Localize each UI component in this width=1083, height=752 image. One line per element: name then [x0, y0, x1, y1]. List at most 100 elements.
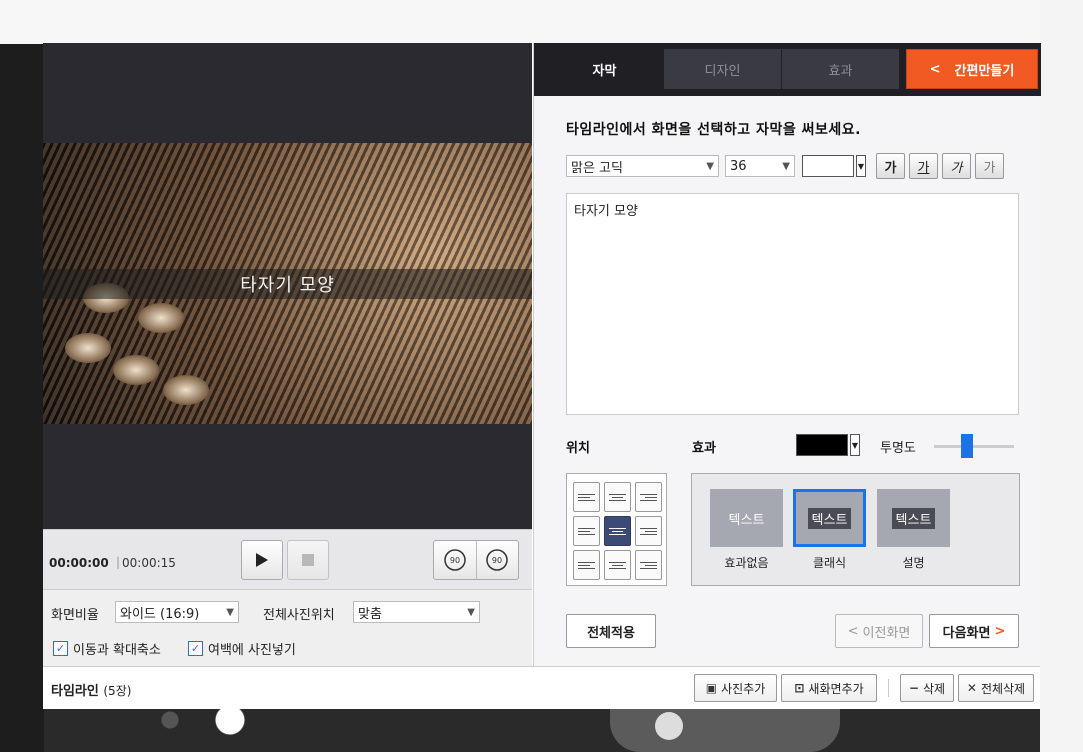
- effect-none-sample: 텍스트: [728, 512, 765, 528]
- close-icon: ✕: [966, 681, 977, 695]
- add-photo-label: 사진추가: [721, 681, 766, 696]
- ratio-select[interactable]: 와이드 (16:9) ▼: [115, 601, 239, 623]
- outline-button[interactable]: 가: [975, 153, 1004, 179]
- divider: [888, 679, 889, 697]
- tab-effect[interactable]: 효과: [782, 49, 899, 89]
- timeline-label: 타임라인 (5장): [51, 680, 131, 699]
- position-grid: [566, 473, 667, 586]
- position-middle-right[interactable]: [635, 516, 662, 546]
- chevron-down-icon: ▼: [226, 606, 234, 618]
- opacity-slider-track[interactable]: [934, 445, 1014, 448]
- effect-options: 텍스트 효과없음 텍스트 클래식 텍스트 설명: [691, 473, 1020, 586]
- caption-text-input[interactable]: 타자기 모양: [566, 193, 1019, 415]
- effect-classic-sample: 텍스트: [807, 507, 852, 529]
- prev-screen-button[interactable]: < 이전화면: [835, 614, 923, 648]
- pan-zoom-checkbox[interactable]: ✓ 이동과 확대축소: [53, 639, 161, 658]
- font-size-select[interactable]: 36 ▼: [725, 155, 795, 177]
- quick-make-button[interactable]: < 간편만들기: [906, 49, 1038, 89]
- stop-icon: [302, 554, 314, 566]
- effect-none[interactable]: 텍스트: [710, 489, 783, 547]
- font-color-dropdown[interactable]: ▼: [856, 155, 866, 177]
- add-photo-button[interactable]: ▣ 사진추가: [694, 674, 777, 702]
- apply-all-button[interactable]: 전체적용: [566, 614, 656, 648]
- prev-screen-label: 이전화면: [862, 625, 911, 641]
- delete-button[interactable]: − 삭제: [900, 674, 954, 702]
- effect-color-dropdown[interactable]: ▼: [850, 434, 860, 456]
- font-select[interactable]: 맑은 고딕 ▼: [566, 155, 719, 177]
- total-time: 00:00:15: [122, 556, 176, 570]
- chevron-left-icon: <: [847, 623, 859, 639]
- tab-design[interactable]: 디자인: [664, 49, 781, 89]
- delete-all-button[interactable]: ✕ 전체삭제: [958, 674, 1034, 702]
- chevron-left-icon: <: [929, 61, 941, 77]
- timeline-count: (5장): [103, 684, 132, 698]
- play-button[interactable]: [241, 540, 283, 580]
- next-screen-label: 다음화면: [942, 625, 991, 641]
- position-label: 위치: [566, 441, 590, 456]
- font-value: 맑은 고딕: [571, 160, 623, 176]
- position-bottom-center[interactable]: [604, 550, 631, 580]
- add-screen-button[interactable]: ⊡ 새화면추가: [781, 674, 877, 702]
- effect-classic-caption: 클래식: [812, 556, 847, 570]
- fill-margin-checkbox[interactable]: ✓ 여백에 사진넣기: [188, 639, 296, 658]
- stop-button[interactable]: [287, 540, 329, 580]
- chevron-right-icon: >: [994, 623, 1006, 639]
- checkbox-checked-icon: ✓: [188, 641, 203, 656]
- preview-subtitle: 타자기 모양: [240, 275, 335, 296]
- position-top-left[interactable]: [573, 482, 600, 512]
- svg-text:90: 90: [450, 556, 460, 565]
- pan-zoom-label: 이동과 확대축소: [73, 643, 161, 658]
- timeline-title: 타임라인: [51, 684, 99, 699]
- rotate-left-button[interactable]: 90: [434, 541, 476, 579]
- photo-settings: 화면비율 와이드 (16:9) ▼ 전체사진위치 맞춤 ▼ ✓ 이동과 확대축소…: [43, 589, 532, 667]
- effect-color-swatch[interactable]: [796, 434, 848, 456]
- effect-classic[interactable]: 텍스트: [793, 489, 866, 547]
- position-bottom-left[interactable]: [573, 550, 600, 580]
- next-screen-button[interactable]: 다음화면 >: [929, 614, 1019, 648]
- video-maker-window: 타자기 모양 00:00:00 | 00:00:15 90 90 화면비율 와이…: [43, 43, 1041, 709]
- time-separator: |: [116, 555, 121, 569]
- opacity-slider-thumb[interactable]: [961, 434, 973, 458]
- position-bottom-right[interactable]: [635, 550, 662, 580]
- ratio-value: 와이드 (16:9): [120, 606, 200, 622]
- quick-make-label: 간편만들기: [954, 63, 1015, 79]
- tab-caption[interactable]: 자막: [546, 49, 663, 89]
- position-top-center[interactable]: [604, 482, 631, 512]
- underline-button[interactable]: 가: [909, 153, 938, 179]
- bold-button[interactable]: 가: [876, 153, 905, 179]
- delete-label: 삭제: [922, 681, 946, 696]
- photo-position-label: 전체사진위치: [263, 608, 335, 623]
- position-middle-center[interactable]: [604, 516, 631, 546]
- position-top-right[interactable]: [635, 482, 662, 512]
- effect-description-sample: 텍스트: [891, 507, 936, 529]
- add-photo-icon: ▣: [705, 681, 718, 695]
- preview-image: 타자기 모양: [43, 143, 532, 424]
- timeline-bar: 타임라인 (5장) ▣ 사진추가 ⊡ 새화면추가 − 삭제 ✕ 전체삭제: [43, 666, 1040, 709]
- font-color-swatch[interactable]: [802, 155, 854, 177]
- effect-description[interactable]: 텍스트: [877, 489, 950, 547]
- effect-none-caption: 효과없음: [724, 556, 769, 570]
- playback-controls: 00:00:00 | 00:00:15 90 90: [43, 529, 532, 590]
- rotate-right-icon: 90: [486, 549, 508, 571]
- chevron-down-icon: ▼: [782, 160, 790, 172]
- rotate-right-button[interactable]: 90: [475, 541, 519, 579]
- italic-button[interactable]: 가: [942, 153, 971, 179]
- tab-bar: 자막 디자인 효과 < 간편만들기: [534, 43, 1041, 96]
- rotate-group: 90 90: [433, 540, 519, 580]
- chevron-down-icon: ▼: [706, 160, 714, 172]
- position-middle-left[interactable]: [573, 516, 600, 546]
- preview-area: 타자기 모양: [43, 43, 532, 529]
- background-knob: [655, 712, 683, 740]
- photo-position-value: 맞춤: [358, 606, 382, 622]
- current-time: 00:00:00: [49, 556, 109, 570]
- minus-icon: −: [908, 681, 919, 695]
- editor-panel: 자막 디자인 효과 < 간편만들기 타임라인에서 화면을 선택하고 자막을 써보…: [533, 43, 1041, 666]
- ratio-label: 화면비율: [51, 608, 99, 623]
- add-screen-label: 새화면추가: [808, 681, 864, 696]
- caption-instruction: 타임라인에서 화면을 선택하고 자막을 써보세요.: [566, 122, 861, 138]
- svg-text:90: 90: [492, 556, 502, 565]
- play-icon: [256, 553, 268, 567]
- photo-position-select[interactable]: 맞춤 ▼: [353, 601, 480, 623]
- chevron-down-icon: ▼: [467, 606, 475, 618]
- background-right: [1040, 0, 1083, 752]
